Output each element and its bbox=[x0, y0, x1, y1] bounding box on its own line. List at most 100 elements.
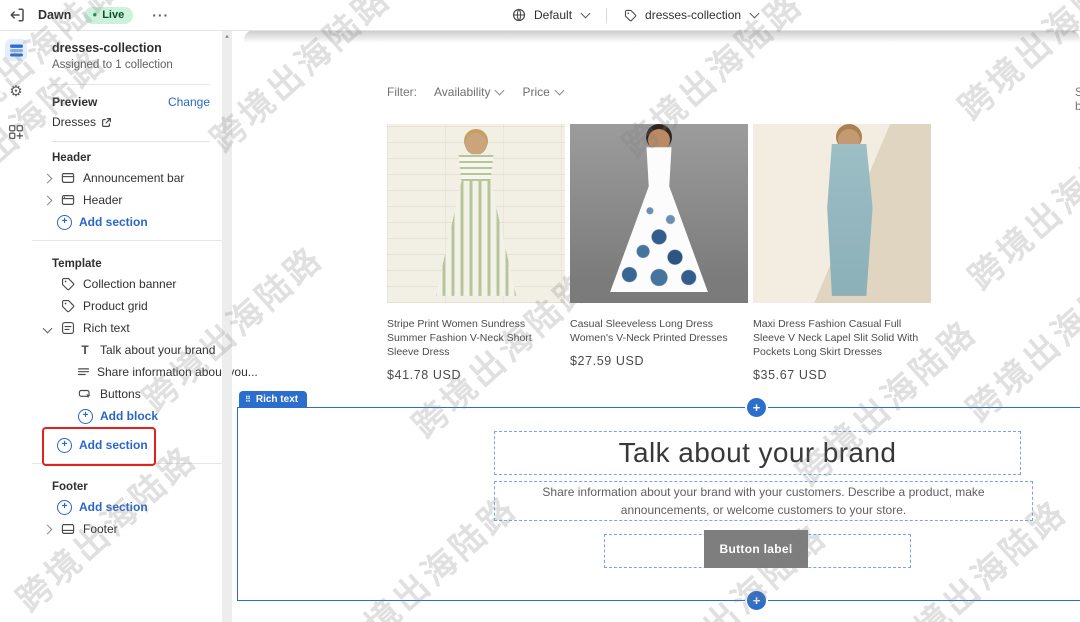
sort-label: Sort by: bbox=[1075, 85, 1080, 113]
chevron-right-icon[interactable] bbox=[42, 195, 53, 205]
template-subtitle: Assigned to 1 collection bbox=[52, 59, 173, 71]
preview-page-link[interactable]: Dresses bbox=[52, 115, 96, 129]
filter-label: Filter: bbox=[387, 85, 417, 99]
group-label-template: Template bbox=[52, 258, 102, 270]
dress-illustration bbox=[435, 154, 517, 296]
chevron-down-icon bbox=[749, 8, 760, 19]
divider bbox=[606, 7, 608, 23]
live-dot-icon: ● bbox=[92, 9, 98, 19]
product-image-stripe-dress[interactable] bbox=[387, 124, 565, 303]
divider bbox=[32, 240, 222, 241]
product-title[interactable]: Maxi Dress Fashion Casual Full Sleeve V … bbox=[753, 317, 931, 359]
rich-text-section[interactable]: ⠿ Rich text + Talk about your brand Shar… bbox=[237, 391, 1080, 610]
plus-circle-icon: + bbox=[57, 437, 72, 453]
template-info-card: dresses-collection Assigned to 1 collect… bbox=[32, 30, 222, 142]
template-tag-icon bbox=[624, 9, 637, 22]
chevron-down-icon bbox=[495, 85, 505, 96]
sections-sidebar: dresses-collection Assigned to 1 collect… bbox=[32, 30, 258, 622]
product-price: $35.67 USD bbox=[753, 368, 828, 382]
sidebar-item-footer[interactable]: Footer bbox=[32, 518, 222, 540]
sidebar-item-product-grid[interactable]: Product grid bbox=[32, 295, 222, 317]
add-section-below-button[interactable]: + bbox=[747, 591, 766, 610]
product-title[interactable]: Stripe Print Women Sundress Summer Fashi… bbox=[387, 317, 565, 359]
header-section-icon bbox=[60, 193, 76, 207]
add-section-footer-button[interactable]: + Add section bbox=[32, 496, 222, 518]
sidebar-item-header[interactable]: Header bbox=[32, 189, 222, 211]
divider bbox=[32, 463, 222, 464]
block-item-heading[interactable]: T Talk about your brand bbox=[32, 339, 222, 361]
sidebar-item-collection-banner[interactable]: Collection banner bbox=[32, 273, 222, 295]
storefront-preview: Filter: Availability Price Sort by: Best… bbox=[232, 30, 1080, 622]
scroll-up-arrow-icon[interactable]: ▴ bbox=[225, 32, 229, 622]
rich-text-section-badge[interactable]: ⠿ Rich text bbox=[239, 391, 308, 408]
sort-by-control[interactable]: Sort by: Best selling bbox=[1075, 85, 1080, 113]
gear-icon: ⚙ bbox=[9, 82, 23, 100]
sidebar-item-announcement-bar[interactable]: Announcement bar bbox=[32, 167, 222, 189]
group-label-header: Header bbox=[52, 152, 91, 164]
rich-text-body: Share information about your brand with … bbox=[542, 485, 985, 517]
live-badge: ● Live bbox=[84, 6, 134, 24]
external-link-icon[interactable] bbox=[101, 117, 112, 128]
section-tree: Header Announcement bar Header + Add sec… bbox=[32, 142, 258, 540]
shopify-theme-editor: { "topbar": { "theme_name": "Dawn", "liv… bbox=[0, 0, 1080, 622]
chevron-down-icon bbox=[580, 8, 591, 19]
app-embeds-button[interactable] bbox=[5, 121, 27, 143]
plus-circle-icon: + bbox=[78, 408, 93, 424]
product-image-printed-dress[interactable] bbox=[570, 124, 748, 303]
rich-text-icon bbox=[60, 321, 76, 335]
collection-banner-icon bbox=[60, 277, 76, 291]
product-card[interactable]: Casual Sleeveless Long Dress Women's V-N… bbox=[570, 124, 748, 368]
divider bbox=[52, 84, 210, 85]
globe-icon bbox=[512, 8, 526, 22]
product-card[interactable]: Maxi Dress Fashion Casual Full Sleeve V … bbox=[753, 124, 931, 382]
paragraph-icon bbox=[77, 366, 90, 379]
exit-editor-icon[interactable] bbox=[9, 7, 25, 23]
model-figure bbox=[465, 132, 487, 155]
sections-panel-button[interactable] bbox=[5, 39, 27, 61]
add-block-button[interactable]: + Add block bbox=[32, 405, 222, 427]
template-selector[interactable]: dresses-collection bbox=[645, 8, 741, 22]
block-item-text[interactable]: Share information about you... bbox=[32, 361, 258, 383]
plus-circle-icon: + bbox=[57, 214, 72, 230]
add-section-header-button[interactable]: + Add section bbox=[32, 211, 222, 233]
filter-price[interactable]: Price bbox=[522, 85, 565, 99]
block-item-buttons[interactable]: Buttons bbox=[32, 383, 222, 405]
chevron-right-icon[interactable] bbox=[42, 173, 53, 183]
preview-label: Preview bbox=[52, 95, 98, 109]
filter-availability[interactable]: Availability bbox=[434, 85, 505, 99]
add-section-template-button[interactable]: + Add section bbox=[32, 434, 222, 456]
rich-text-button[interactable]: Button label bbox=[704, 530, 808, 568]
rich-text-heading: Talk about your brand bbox=[618, 437, 897, 468]
editor-topbar: Dawn ● Live ··· Default dresses-collecti… bbox=[0, 0, 1080, 31]
product-title[interactable]: Casual Sleeveless Long Dress Women's V-N… bbox=[570, 317, 748, 345]
product-card[interactable]: Stripe Print Women Sundress Summer Fashi… bbox=[387, 124, 565, 382]
chevron-down-icon bbox=[554, 85, 565, 96]
buttons-icon bbox=[77, 387, 93, 401]
announcement-bar-icon bbox=[60, 171, 76, 185]
plus-circle-icon: + bbox=[57, 499, 72, 515]
heading-block[interactable]: Talk about your brand bbox=[494, 431, 1021, 475]
more-actions-button[interactable]: ··· bbox=[152, 7, 169, 23]
theme-name: Dawn bbox=[38, 8, 72, 22]
sidebar-scrollbar[interactable]: ▴ bbox=[222, 30, 232, 622]
drag-handle-icon[interactable]: ⠿ bbox=[245, 395, 251, 404]
theme-settings-button[interactable]: ⚙ bbox=[5, 80, 27, 102]
text-block-icon: T bbox=[81, 343, 89, 357]
text-block[interactable]: Share information about your brand with … bbox=[494, 481, 1033, 521]
dress-illustration bbox=[827, 143, 873, 296]
add-section-above-button[interactable]: + bbox=[747, 398, 766, 417]
sidebar-item-rich-text[interactable]: Rich text bbox=[32, 317, 222, 339]
product-grid-icon bbox=[60, 299, 76, 313]
template-title: dresses-collection bbox=[52, 41, 162, 55]
group-label-footer: Footer bbox=[52, 481, 88, 493]
product-price: $27.59 USD bbox=[570, 354, 645, 368]
chevron-down-icon[interactable] bbox=[42, 323, 53, 333]
product-price: $41.78 USD bbox=[387, 368, 462, 382]
locale-selector[interactable]: Default bbox=[534, 8, 572, 22]
footer-section-icon bbox=[60, 522, 76, 536]
change-preview-link[interactable]: Change bbox=[168, 95, 210, 109]
editor-left-rail: ⚙ bbox=[0, 30, 32, 622]
product-image-maxi-dress[interactable] bbox=[753, 124, 931, 303]
chevron-right-icon[interactable] bbox=[42, 524, 53, 534]
preview-top-shadow bbox=[244, 30, 1080, 43]
